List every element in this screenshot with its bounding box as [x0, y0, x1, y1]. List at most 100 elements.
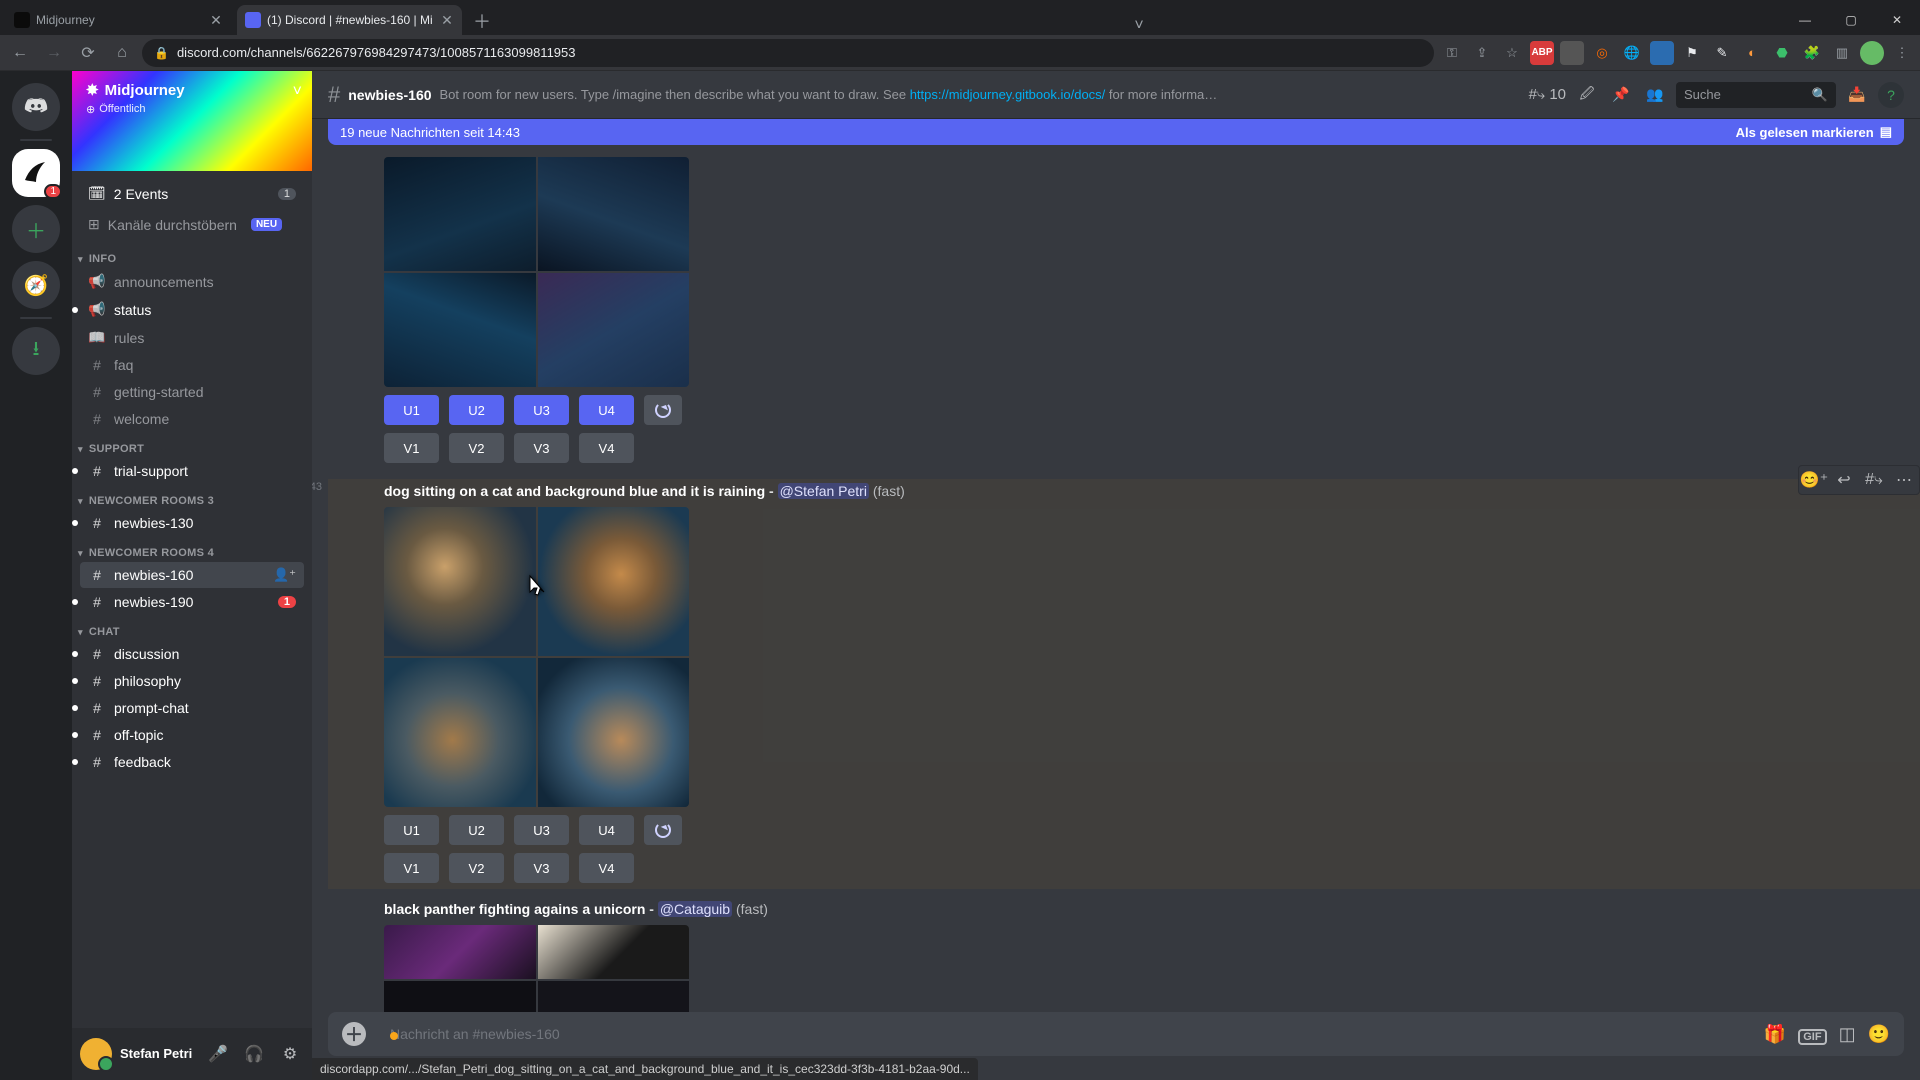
server-midjourney[interactable]: 1: [12, 149, 60, 197]
adblock-icon[interactable]: ABP: [1530, 41, 1554, 65]
profile-avatar[interactable]: [1860, 41, 1884, 65]
u3-button[interactable]: U3: [514, 815, 569, 845]
channel-off-topic[interactable]: #off-topic: [80, 722, 304, 748]
generated-image[interactable]: [384, 507, 536, 656]
home-button[interactable]: ⌂: [108, 39, 136, 67]
user-mention[interactable]: @Cataguib: [658, 901, 732, 917]
extension-icon[interactable]: ⚑: [1680, 41, 1704, 65]
category-support[interactable]: SUPPORT: [72, 433, 312, 457]
minimize-button[interactable]: —: [1782, 5, 1828, 35]
image-grid[interactable]: [384, 157, 689, 387]
back-button[interactable]: ←: [6, 39, 34, 67]
channel-trial-support[interactable]: #trial-support: [80, 458, 304, 484]
reload-button[interactable]: ⟳: [74, 39, 102, 67]
channel-announcements[interactable]: 📢announcements: [80, 268, 304, 295]
channel-newbies-190[interactable]: #newbies-1901: [80, 589, 304, 615]
emoji-button[interactable]: 🙂: [1868, 1024, 1890, 1045]
inbox-button[interactable]: 📥: [1844, 82, 1870, 108]
user-mention[interactable]: @Stefan Petri: [778, 483, 869, 499]
create-thread-button[interactable]: #⤷: [1859, 466, 1889, 494]
channel-newbies-160[interactable]: #newbies-160👤⁺: [80, 562, 304, 588]
generated-image[interactable]: [538, 658, 690, 807]
browse-channels-row[interactable]: ⊞ Kanäle durchstöbern NEU: [80, 212, 304, 237]
generated-image[interactable]: [538, 981, 690, 1012]
generated-image[interactable]: [384, 925, 536, 979]
browser-tab-midjourney[interactable]: Midjourney ✕: [6, 5, 231, 35]
discord-home-button[interactable]: [12, 83, 60, 131]
category-chat[interactable]: CHAT: [72, 616, 312, 640]
channel-rules[interactable]: 📖rules: [80, 324, 304, 351]
generated-image[interactable]: [384, 157, 536, 271]
mute-mic-button[interactable]: 🎤: [204, 1040, 232, 1068]
extension-icon[interactable]: [1650, 41, 1674, 65]
sticker-button[interactable]: ◫: [1839, 1024, 1856, 1045]
v4-button[interactable]: V4: [579, 853, 634, 883]
new-tab-button[interactable]: ＋: [468, 7, 496, 35]
threads-button[interactable]: #⤷10: [1529, 86, 1566, 103]
share-icon[interactable]: ⇪: [1470, 41, 1494, 65]
topic-link[interactable]: https://midjourney.gitbook.io/docs/: [910, 87, 1106, 102]
download-apps-button[interactable]: ⭳: [12, 327, 60, 375]
add-server-button[interactable]: ＋: [12, 205, 60, 253]
generated-image[interactable]: [538, 273, 690, 387]
v1-button[interactable]: V1: [384, 433, 439, 463]
extension-icon[interactable]: ⬣: [1770, 41, 1794, 65]
maximize-button[interactable]: ▢: [1828, 5, 1874, 35]
generated-image[interactable]: [384, 273, 536, 387]
category-newcomer-3[interactable]: NEWCOMER ROOMS 3: [72, 485, 312, 509]
message-list[interactable]: U1 U2 U3 U4 V1 V2 V3 V4 😊⁺ ↩ #: [312, 145, 1920, 1012]
more-button[interactable]: ⋯: [1889, 466, 1919, 494]
v1-button[interactable]: V1: [384, 853, 439, 883]
notifications-button[interactable]: 🖉: [1574, 82, 1600, 108]
sidepanel-icon[interactable]: ▥: [1830, 41, 1854, 65]
member-list-button[interactable]: 👥: [1642, 82, 1668, 108]
v4-button[interactable]: V4: [579, 433, 634, 463]
generated-image[interactable]: [384, 981, 536, 1012]
channel-topic[interactable]: Bot room for new users. Type /imagine th…: [440, 87, 1220, 102]
channel-welcome[interactable]: #welcome: [80, 406, 304, 432]
user-settings-button[interactable]: ⚙: [276, 1040, 304, 1068]
server-header[interactable]: ✸Midjourney ⊕Öffentlich ˅: [72, 71, 312, 171]
channel-status[interactable]: 📢status: [80, 296, 304, 323]
generated-image[interactable]: [538, 925, 690, 979]
channel-list[interactable]: 🗓 2 Events 1 ⊞ Kanäle durchstöbern NEU I…: [72, 171, 312, 1028]
channel-newbies-130[interactable]: #newbies-130: [80, 510, 304, 536]
explore-servers-button[interactable]: 🧭: [12, 261, 60, 309]
gift-button[interactable]: 🎁: [1764, 1024, 1786, 1045]
category-newcomer-4[interactable]: NEWCOMER ROOMS 4: [72, 537, 312, 561]
deafen-button[interactable]: 🎧: [240, 1040, 268, 1068]
gif-button[interactable]: GIF: [1798, 1024, 1826, 1045]
pinned-button[interactable]: 📌: [1608, 82, 1634, 108]
url-input[interactable]: 🔒 discord.com/channels/66226797698429747…: [142, 39, 1434, 67]
generated-image[interactable]: [538, 507, 690, 656]
mark-read-button[interactable]: Als gelesen markieren▤: [1736, 124, 1892, 140]
u4-button[interactable]: U4: [579, 395, 634, 425]
u2-button[interactable]: U2: [449, 815, 504, 845]
add-reaction-button[interactable]: 😊⁺: [1799, 466, 1829, 494]
forward-button[interactable]: →: [40, 39, 68, 67]
message-input[interactable]: ＋ Nachricht an #newbies-160 🎁 GIF ◫ 🙂: [328, 1012, 1904, 1056]
u1-button[interactable]: U1: [384, 395, 439, 425]
close-icon[interactable]: ✕: [209, 13, 223, 27]
search-input[interactable]: Suche🔍: [1676, 82, 1836, 108]
close-icon[interactable]: ✕: [440, 13, 454, 27]
add-person-icon[interactable]: 👤⁺: [273, 567, 296, 583]
channel-feedback[interactable]: #feedback: [80, 749, 304, 775]
window-close-button[interactable]: ✕: [1874, 5, 1920, 35]
globe-icon[interactable]: 🌐: [1620, 41, 1644, 65]
extension-icon[interactable]: ◐: [1740, 41, 1764, 65]
v2-button[interactable]: V2: [449, 433, 504, 463]
new-messages-bar[interactable]: 19 neue Nachrichten seit 14:43 Als geles…: [328, 119, 1904, 145]
kebab-menu-icon[interactable]: ⋮: [1890, 41, 1914, 65]
tab-overflow-button[interactable]: ˅: [1124, 17, 1154, 35]
help-button[interactable]: ?: [1878, 82, 1904, 108]
generated-image[interactable]: [538, 157, 690, 271]
extensions-menu-icon[interactable]: 🧩: [1800, 41, 1824, 65]
reroll-button[interactable]: [644, 815, 682, 845]
reroll-button[interactable]: [644, 395, 682, 425]
u2-button[interactable]: U2: [449, 395, 504, 425]
extension-icon[interactable]: ✎: [1710, 41, 1734, 65]
key-icon[interactable]: ⚿: [1440, 41, 1464, 65]
user-avatar[interactable]: [80, 1038, 112, 1070]
channel-prompt-chat[interactable]: #prompt-chat: [80, 695, 304, 721]
